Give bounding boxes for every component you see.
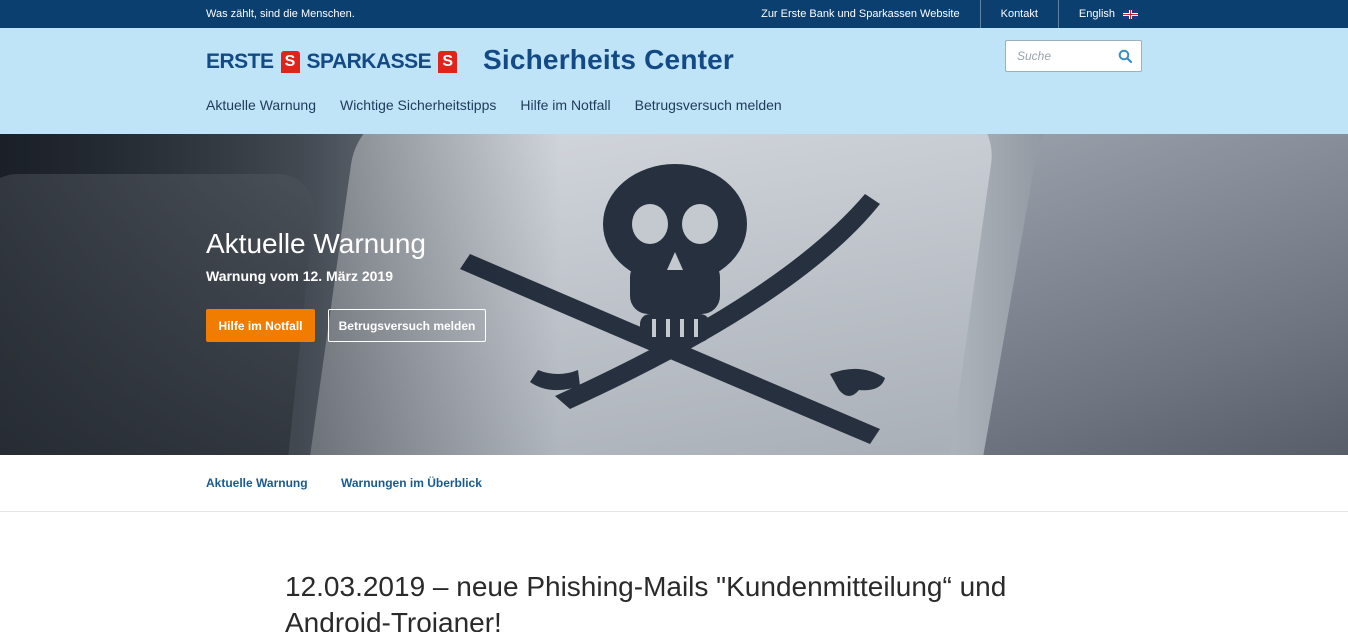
sub-nav: Aktuelle Warnung Warnungen im Überblick	[0, 455, 1348, 512]
main-nav: Aktuelle Warnung Wichtige Sicherheitstip…	[206, 97, 782, 113]
tagline: Was zählt, sind die Menschen.	[206, 8, 355, 20]
logo-word-erste: ERSTE	[206, 50, 274, 73]
nav-item-betrugsversuch-melden[interactable]: Betrugsversuch melden	[635, 97, 782, 113]
site-title[interactable]: Sicherheits Center	[483, 44, 734, 76]
sparkasse-s-icon: S	[280, 51, 300, 73]
contact-link[interactable]: Kontakt	[979, 0, 1058, 28]
search-input[interactable]	[1006, 41, 1111, 71]
uk-flag-icon	[1123, 9, 1138, 19]
hilfe-im-notfall-button[interactable]: Hilfe im Notfall	[206, 309, 315, 342]
nav-item-aktuelle-warnung[interactable]: Aktuelle Warnung	[206, 97, 316, 113]
subnav-item-warnungen-ueberblick[interactable]: Warnungen im Überblick	[341, 476, 482, 490]
erste-bank-website-link[interactable]: Zur Erste Bank und Sparkassen Website	[741, 0, 980, 28]
nav-item-hilfe-im-notfall[interactable]: Hilfe im Notfall	[520, 97, 610, 113]
hero-title: Aktuelle Warnung	[206, 228, 426, 259]
hero-subtitle: Warnung vom 12. März 2019	[206, 268, 393, 284]
article-title: 12.03.2019 – neue Phishing-Mails "Kunden…	[285, 571, 1007, 632]
hero-shade	[0, 134, 560, 455]
search-box	[1005, 40, 1142, 72]
logo-word-sparkasse: SPARKASSE	[306, 50, 432, 73]
subnav-item-aktuelle-warnung[interactable]: Aktuelle Warnung	[206, 476, 308, 490]
site-header: ERSTE S SPARKASSE S Sicherheits Center A…	[0, 28, 1348, 134]
betrugsversuch-melden-button[interactable]: Betrugsversuch melden	[328, 309, 486, 342]
language-switch[interactable]: English	[1057, 0, 1348, 28]
hero-banner: Aktuelle Warnung Warnung vom 12. März 20…	[0, 134, 1348, 455]
top-links: Zur Erste Bank und Sparkassen Website Ko…	[741, 0, 1348, 28]
keyboard-key-right	[972, 134, 1348, 455]
sparkasse-s-icon: S	[438, 51, 458, 73]
top-bar: Was zählt, sind die Menschen. Zur Erste …	[0, 0, 1348, 28]
language-label: English	[1078, 8, 1115, 20]
search-icon[interactable]	[1118, 49, 1132, 63]
nav-item-sicherheitstipps[interactable]: Wichtige Sicherheitstipps	[340, 97, 496, 113]
erste-sparkasse-logo[interactable]: ERSTE S SPARKASSE S	[206, 50, 460, 74]
